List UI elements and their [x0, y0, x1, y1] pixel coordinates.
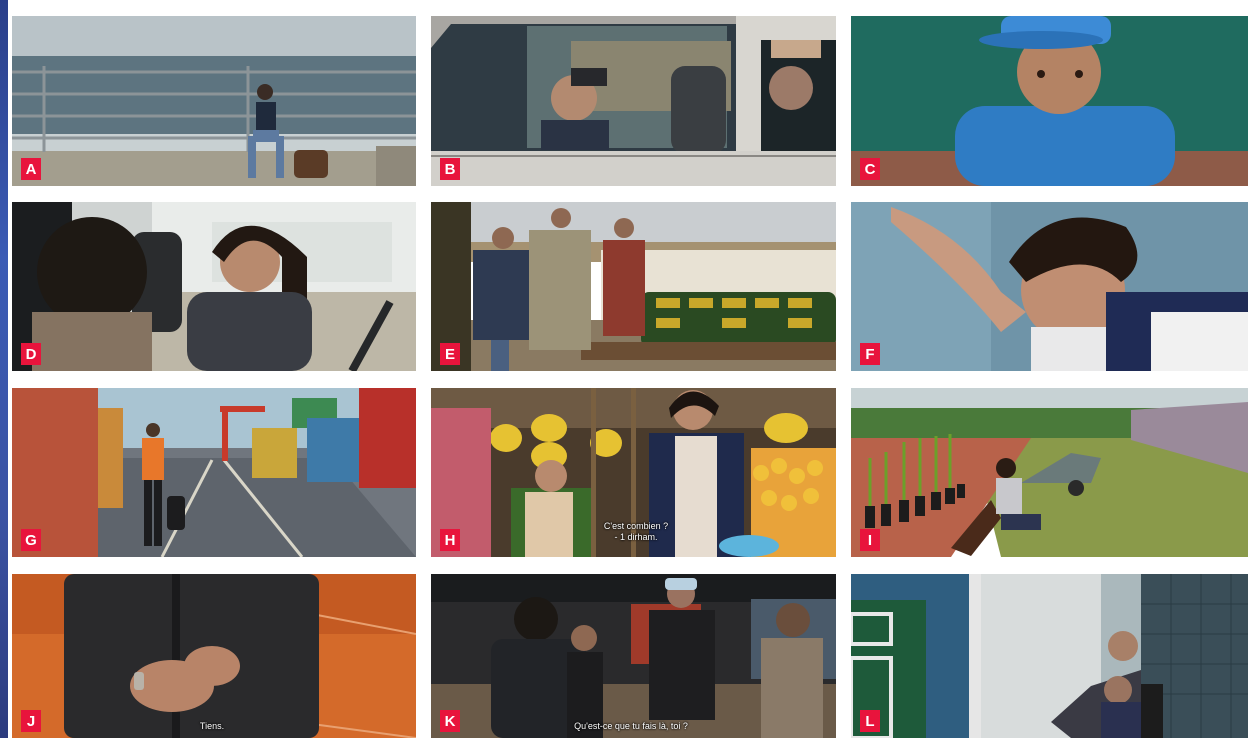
- panel-label-g: G: [21, 529, 41, 551]
- subtitle-j: Tiens.: [199, 721, 225, 731]
- panel-b: B: [431, 16, 836, 186]
- panel-label-i: I: [860, 529, 880, 551]
- panel-label-j: J: [21, 710, 41, 732]
- panel-label-f: F: [860, 343, 880, 365]
- scene-woman-in-car: [12, 202, 416, 371]
- panel-label-l: L: [860, 710, 880, 732]
- scene-container-port: [12, 388, 416, 557]
- panel-label-b: B: [440, 158, 460, 180]
- subtitle-h-line-2: - 1 dirham.: [614, 532, 658, 542]
- panel-f: F: [851, 202, 1248, 371]
- scene-night-garage: [431, 574, 836, 738]
- scene-funeral-procession: [431, 202, 836, 371]
- subtitle-h-line-1: C'est combien ?: [603, 521, 669, 531]
- panel-label-a: A: [21, 158, 41, 180]
- panel-l: L: [851, 574, 1248, 738]
- panel-i: I: [851, 388, 1248, 557]
- subtitle-k: Qu'est-ce que tu fais là, toi ?: [574, 721, 688, 731]
- panel-a: A: [12, 16, 416, 186]
- panel-label-e: E: [440, 343, 460, 365]
- scene-boy-looking-down: [851, 202, 1248, 371]
- film-still-grid: A B C D E F G C'est combien ? - 1 dirham…: [0, 0, 1248, 738]
- scene-boy-seawall: [12, 16, 416, 186]
- scene-boy-planting: [851, 388, 1248, 557]
- panel-j: Tiens. J: [12, 574, 416, 738]
- panel-d: D: [12, 202, 416, 371]
- panel-k: Qu'est-ce que tu fais là, toi ? K: [431, 574, 836, 738]
- panel-e: E: [431, 202, 836, 371]
- panel-label-h: H: [440, 529, 460, 551]
- panel-h: C'est combien ? - 1 dirham. H: [431, 388, 836, 557]
- panel-c: C: [851, 16, 1248, 186]
- scene-tiled-doorway: [851, 574, 1248, 738]
- scene-track-hands: [12, 574, 416, 738]
- scene-boy-blue-cap: [851, 16, 1248, 186]
- subtitle-h: C'est combien ? - 1 dirham.: [581, 521, 691, 543]
- panel-label-d: D: [21, 343, 41, 365]
- panel-label-c: C: [860, 158, 880, 180]
- panel-g: G: [12, 388, 416, 557]
- panel-label-k: K: [440, 710, 460, 732]
- scene-boy-in-car: [431, 16, 836, 186]
